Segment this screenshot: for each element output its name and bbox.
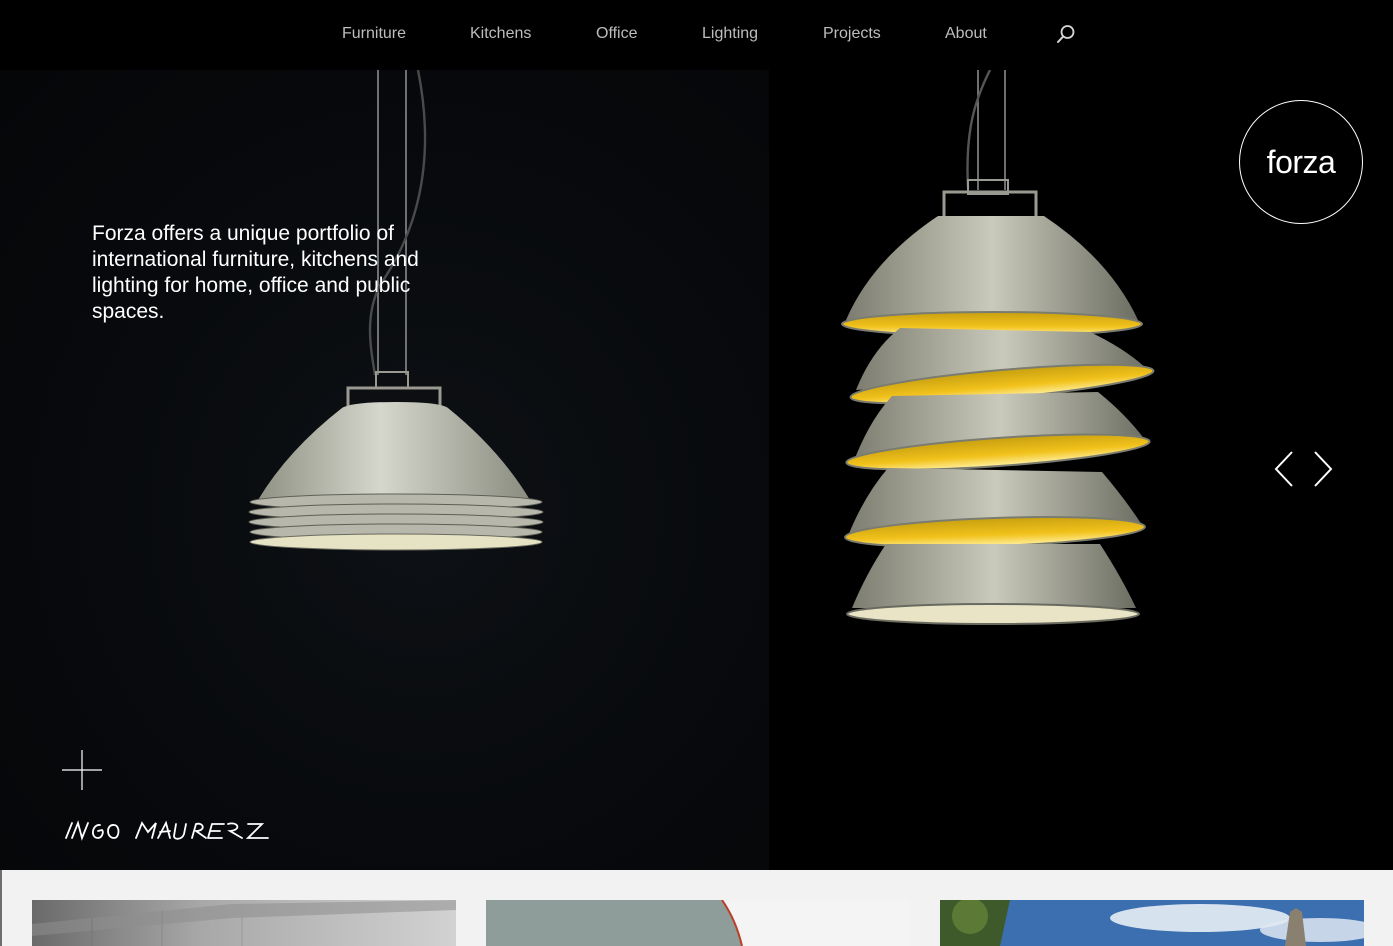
nav-lighting[interactable]: Lighting [702,24,758,44]
nav-kitchens[interactable]: Kitchens [470,24,531,44]
brand-wordmark: forza [1266,143,1336,180]
hero-tagline: Forza offers a unique portfolio of inter… [92,222,419,323]
architecture-image [32,900,456,946]
upholstery-image [486,900,910,946]
nav-about[interactable]: About [945,24,987,44]
building-sky-image [940,900,1364,946]
pendant-lamps-photo [248,70,1155,625]
hero-banner: Forza offers a unique portfolio of inter… [0,70,1393,870]
project-card-2[interactable] [486,900,910,946]
chevron-left-icon[interactable] [1272,450,1298,488]
nav-furniture[interactable]: Furniture [342,24,406,44]
nav-office[interactable]: Office [596,24,638,44]
nav-projects[interactable]: Projects [823,24,881,44]
project-card-3[interactable] [940,900,1364,946]
project-card-1[interactable] [32,900,456,946]
brand-logo[interactable]: forza [1239,100,1363,224]
plus-icon[interactable] [60,750,104,792]
page-edge-line [0,870,2,946]
search-icon[interactable] [1054,22,1078,46]
chevron-right-icon[interactable] [1310,450,1336,488]
designer-signature-logo [62,818,272,844]
top-navigation: Furniture Kitchens Office Lighting Proje… [0,0,1393,70]
